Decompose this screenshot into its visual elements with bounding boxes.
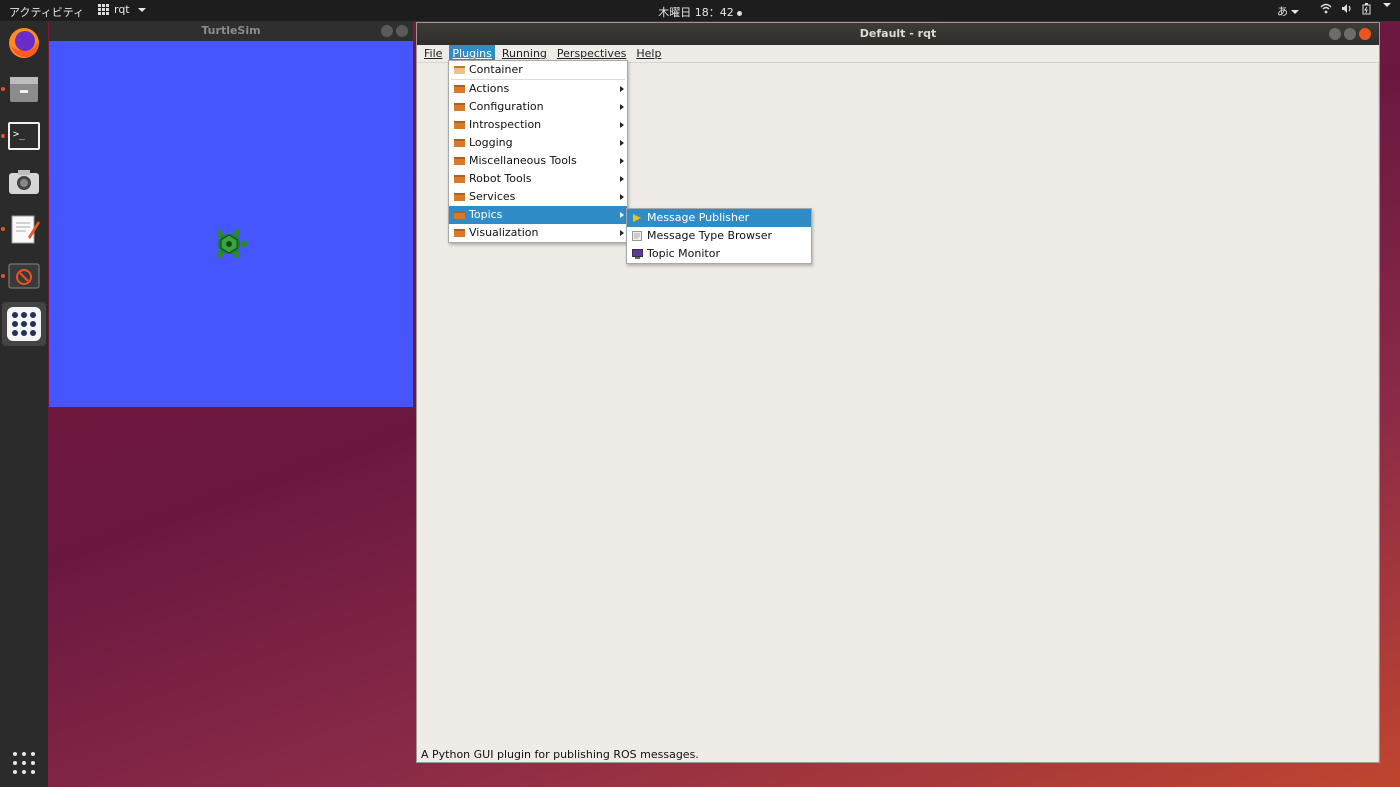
- menu-item-label: Container: [469, 63, 523, 76]
- volume-icon: [1342, 4, 1351, 13]
- submenu-arrow-icon: [620, 158, 624, 164]
- turtlesim-titlebar[interactable]: TurtleSim: [49, 21, 413, 41]
- submenu-arrow-icon: [620, 86, 624, 92]
- ime-label: あ: [1277, 5, 1288, 18]
- close-button[interactable]: [1359, 28, 1371, 40]
- terminal-icon[interactable]: >_: [4, 116, 44, 156]
- menu-item-label: Miscellaneous Tools: [469, 154, 577, 167]
- menu-help[interactable]: Help: [633, 45, 664, 62]
- firefox-icon[interactable]: [4, 23, 44, 63]
- folder-icon: [454, 85, 465, 93]
- menu-item-miscellaneous-tools[interactable]: Miscellaneous Tools: [449, 152, 627, 170]
- submenu-arrow-icon: [620, 176, 624, 182]
- folder-icon: [454, 211, 465, 219]
- rqt-title: Default - rqt: [859, 27, 937, 40]
- document-icon: [632, 231, 642, 241]
- chevron-down-icon: [1291, 10, 1299, 14]
- maximize-button[interactable]: [1344, 28, 1356, 40]
- input-method-menu[interactable]: あ: [1277, 3, 1299, 19]
- menu-item-configuration[interactable]: Configuration: [449, 98, 627, 116]
- folder-icon: [454, 66, 465, 74]
- chevron-down-icon: [1383, 3, 1391, 7]
- topics-submenu: Message Publisher Message Type Browser T…: [626, 208, 812, 264]
- folder-icon: [454, 193, 465, 201]
- menu-item-topic-monitor[interactable]: Topic Monitor: [627, 245, 811, 263]
- close-button[interactable]: [396, 25, 408, 37]
- folder-icon: [454, 229, 465, 237]
- plugins-menu: Container Actions Configuration Introspe…: [448, 60, 628, 243]
- menu-item-topics[interactable]: Topics: [449, 206, 627, 224]
- menu-item-label: Configuration: [469, 100, 544, 113]
- screenshot-icon[interactable]: [4, 162, 44, 202]
- submenu-arrow-icon: [620, 104, 624, 110]
- menu-item-label: Message Publisher: [647, 211, 750, 224]
- battery-icon: [1362, 3, 1371, 15]
- menu-item-label: Logging: [469, 136, 513, 149]
- folder-icon: [454, 157, 465, 165]
- text-editor-icon[interactable]: [4, 209, 44, 249]
- menu-item-actions[interactable]: Actions: [449, 80, 627, 98]
- divider: [1378, 62, 1379, 762]
- rqt-titlebar[interactable]: Default - rqt: [417, 23, 1379, 45]
- menu-item-services[interactable]: Services: [449, 188, 627, 206]
- app-menu-label: rqt: [114, 3, 130, 16]
- turtlesim-title: TurtleSim: [201, 24, 261, 37]
- chevron-down-icon: [137, 7, 146, 12]
- grid-icon: [98, 4, 109, 15]
- menu-file[interactable]: File: [421, 45, 445, 62]
- folder-icon: [454, 103, 465, 111]
- submenu-arrow-icon: [620, 212, 624, 218]
- top-bar: アクティビティ rqt 木曜日 18：42 あ: [0, 0, 1400, 21]
- menu-item-message-publisher[interactable]: Message Publisher: [627, 209, 811, 227]
- menu-item-label: Visualization: [469, 226, 539, 239]
- turtlesim-window: TurtleSim: [49, 21, 413, 407]
- monitor-icon: [632, 249, 643, 259]
- folder-icon: [454, 121, 465, 129]
- submenu-arrow-icon: [620, 230, 624, 236]
- folder-icon: [454, 139, 465, 147]
- clock[interactable]: 木曜日 18：42: [658, 6, 734, 19]
- show-apps-icon[interactable]: [4, 743, 44, 783]
- submenu-arrow-icon: [620, 122, 624, 128]
- submenu-arrow-icon: [620, 194, 624, 200]
- folder-icon: [454, 175, 465, 183]
- menu-item-container[interactable]: Container: [449, 61, 627, 79]
- menu-item-robot-tools[interactable]: Robot Tools: [449, 170, 627, 188]
- activities-button[interactable]: アクティビティ: [9, 4, 84, 20]
- system-tray[interactable]: [1320, 3, 1391, 15]
- notification-dot-icon: [736, 10, 742, 16]
- svg-text:>_: >_: [13, 129, 26, 140]
- menu-item-label: Actions: [469, 82, 510, 95]
- menu-item-label: Services: [469, 190, 516, 203]
- menu-item-label: Introspection: [469, 118, 542, 131]
- submenu-arrow-icon: [620, 140, 624, 146]
- turtlesim-canvas: [49, 41, 413, 407]
- menu-item-label: Topics: [469, 208, 503, 221]
- menu-item-label: Topic Monitor: [647, 247, 720, 260]
- dock: >_: [0, 21, 48, 787]
- turtle-icon: [217, 229, 248, 258]
- menu-item-label: Robot Tools: [469, 172, 532, 185]
- menu-item-message-type-browser[interactable]: Message Type Browser: [627, 227, 811, 245]
- menu-item-logging[interactable]: Logging: [449, 134, 627, 152]
- minimize-button[interactable]: [381, 25, 393, 37]
- menu-item-visualization[interactable]: Visualization: [449, 224, 627, 242]
- minimize-button[interactable]: [1329, 28, 1341, 40]
- app-menu[interactable]: rqt: [98, 3, 146, 16]
- play-icon: [633, 214, 641, 222]
- system-monitor-icon[interactable]: [4, 256, 44, 296]
- rqt-app-icon[interactable]: [2, 302, 46, 346]
- menu-item-label: Message Type Browser: [647, 229, 773, 242]
- status-bar: A Python GUI plugin for publishing ROS m…: [421, 748, 699, 761]
- files-icon[interactable]: [4, 69, 44, 109]
- menu-item-introspection[interactable]: Introspection: [449, 116, 627, 134]
- wifi-icon: [1320, 3, 1332, 14]
